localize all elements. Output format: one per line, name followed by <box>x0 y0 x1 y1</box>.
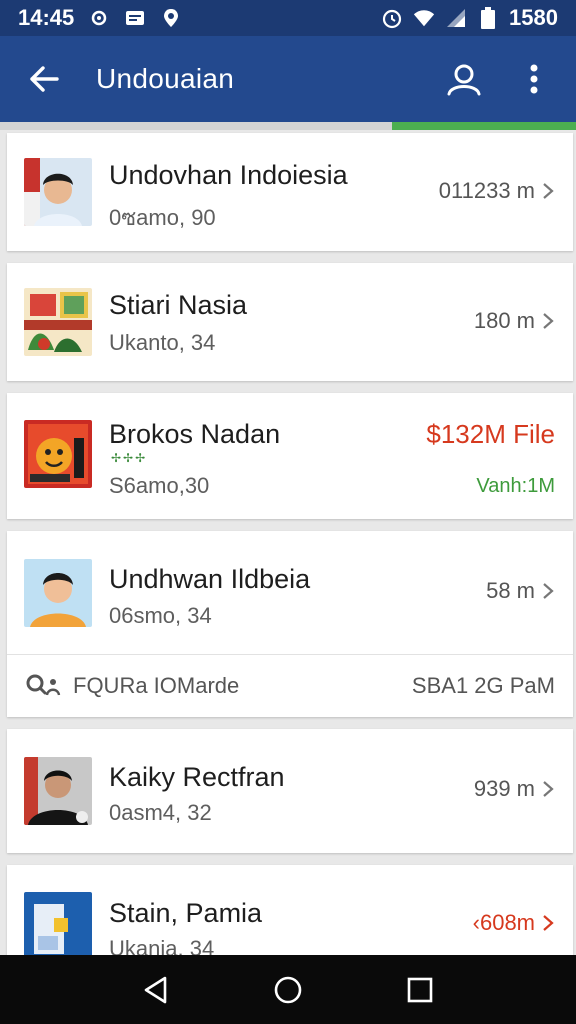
more-vertical-icon <box>530 64 538 94</box>
loading-progress <box>0 122 576 130</box>
status-bar: 14:45 1580 <box>0 0 576 36</box>
recents-square-icon <box>407 977 433 1002</box>
alarm-icon <box>381 7 403 29</box>
item-distance: 011233 m <box>438 178 535 203</box>
avatar <box>24 158 92 226</box>
item-name: Brokos Nadan <box>109 419 281 449</box>
item-meta: 180 m <box>474 308 555 334</box>
account-button[interactable] <box>444 59 484 99</box>
home-circle-icon <box>274 976 302 1003</box>
arrow-left-icon <box>30 66 59 92</box>
battery-text: 1580 <box>509 5 558 30</box>
item-subtitle: Ukania, 34 <box>109 936 215 955</box>
nav-recents-button[interactable] <box>396 966 444 1014</box>
item-subtitle: 06smo, 34 <box>109 603 212 628</box>
avatar <box>24 757 92 825</box>
nav-back-button[interactable] <box>132 966 180 1014</box>
avatar <box>24 288 92 356</box>
page-title: Undouaian <box>96 63 235 94</box>
item-name: Stiari Nasia <box>109 290 248 320</box>
item-subtitle: 0ซamo, 90 <box>109 205 216 230</box>
avatar <box>24 420 92 488</box>
avatar <box>24 892 92 955</box>
list-item[interactable]: Kaiky Rectfran 0asm4, 32 939 m <box>7 729 573 853</box>
item-meta: 011233 m <box>439 178 555 204</box>
chevron-right-icon <box>543 583 554 599</box>
status-time: 14:45 <box>18 5 75 30</box>
back-triangle-icon <box>144 976 167 1003</box>
nav-home-button[interactable] <box>264 966 312 1014</box>
item-status: Vanh:1M <box>476 475 555 497</box>
progress-fill <box>391 122 576 130</box>
item-distance: 180 m <box>473 308 535 333</box>
item-meta: 58 m <box>486 578 555 604</box>
settings-icon <box>88 7 110 29</box>
item-meta: ‹608m <box>473 910 555 936</box>
item-price: $132M File <box>426 419 555 450</box>
overflow-menu-button[interactable] <box>514 59 554 99</box>
system-nav-bar <box>0 955 576 1024</box>
item-subtitle: 0asm4, 32 <box>109 800 212 825</box>
signal-icon <box>445 7 467 29</box>
wifi-icon <box>413 7 435 29</box>
item-name: Undhwan Ildbeia <box>109 564 311 594</box>
list-item[interactable]: Stiari Nasia Ukanto, 34 180 m <box>7 263 573 381</box>
item-subtitle: Ukanto, 34 <box>109 330 216 355</box>
battery-icon <box>477 7 499 29</box>
avatar <box>24 559 92 627</box>
chevron-right-icon <box>543 915 554 931</box>
item-meta: 939 m <box>474 776 555 802</box>
filter-right-text: SBA1 2G PaM <box>411 673 555 698</box>
filter-row[interactable]: FQURa IOMarde SBA1 2G PaM <box>7 655 573 717</box>
item-distance: 939 m <box>473 776 535 801</box>
person-icon <box>447 64 481 96</box>
list-item[interactable]: Undovhan Indoiesia 0ซamo, 90 011233 m <box>7 133 573 251</box>
list-item[interactable]: Stain, Pamia Ukania, 34 ‹608m <box>7 865 573 955</box>
message-icon <box>124 7 146 29</box>
item-subtitle: S6amo,30 <box>109 473 210 498</box>
chevron-right-icon <box>543 313 554 329</box>
back-button[interactable] <box>22 57 66 101</box>
item-marks: ✢✢✢ <box>111 451 148 465</box>
item-distance: 58 m <box>486 578 535 603</box>
search-person-icon <box>26 674 61 696</box>
item-name: Undovhan Indoiesia <box>109 160 348 190</box>
app-bar: Undouaian <box>0 36 576 122</box>
item-price-text: $132M File <box>426 419 555 449</box>
filter-label: FQURa IOMarde <box>73 673 240 698</box>
location-icon <box>160 7 182 29</box>
chevron-right-icon <box>543 183 554 199</box>
chevron-right-icon <box>543 781 554 797</box>
result-list[interactable]: Undovhan Indoiesia 0ซamo, 90 011233 m St… <box>0 130 576 955</box>
list-item[interactable]: Undhwan Ildbeia 06smo, 34 58 m FQURa IOM… <box>7 531 573 717</box>
item-name: Stain, Pamia <box>109 898 263 928</box>
item-distance: ‹608m <box>472 910 535 935</box>
item-name: Kaiky Rectfran <box>109 762 285 792</box>
list-item[interactable]: Brokos Nadan ✢✢✢ S6amo,30 $132M File Van… <box>7 393 573 519</box>
